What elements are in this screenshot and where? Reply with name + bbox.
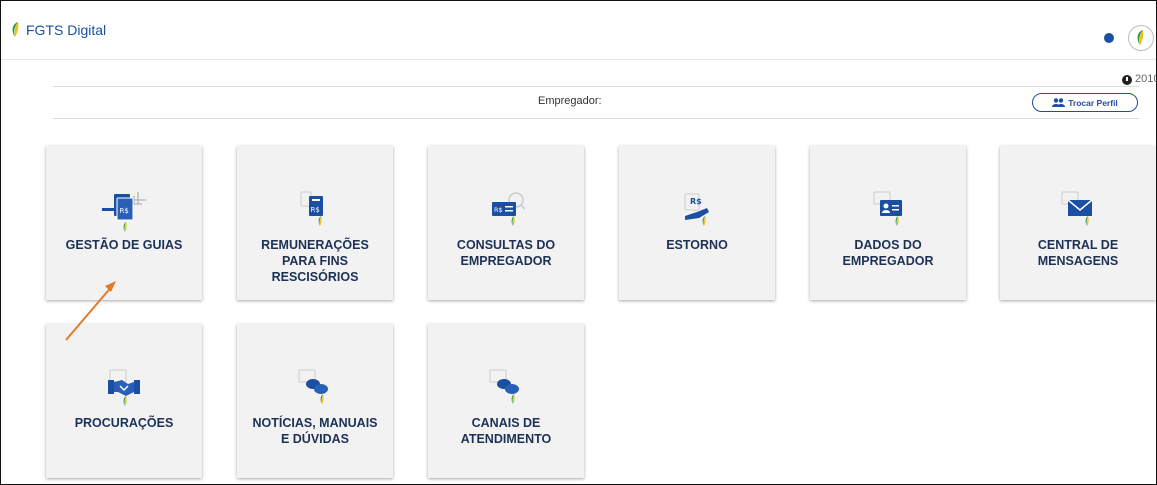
app-frame: FGTS Digital 2010 Empregador: Trocar Per… bbox=[0, 0, 1157, 485]
annotation-arrow bbox=[65, 281, 116, 341]
